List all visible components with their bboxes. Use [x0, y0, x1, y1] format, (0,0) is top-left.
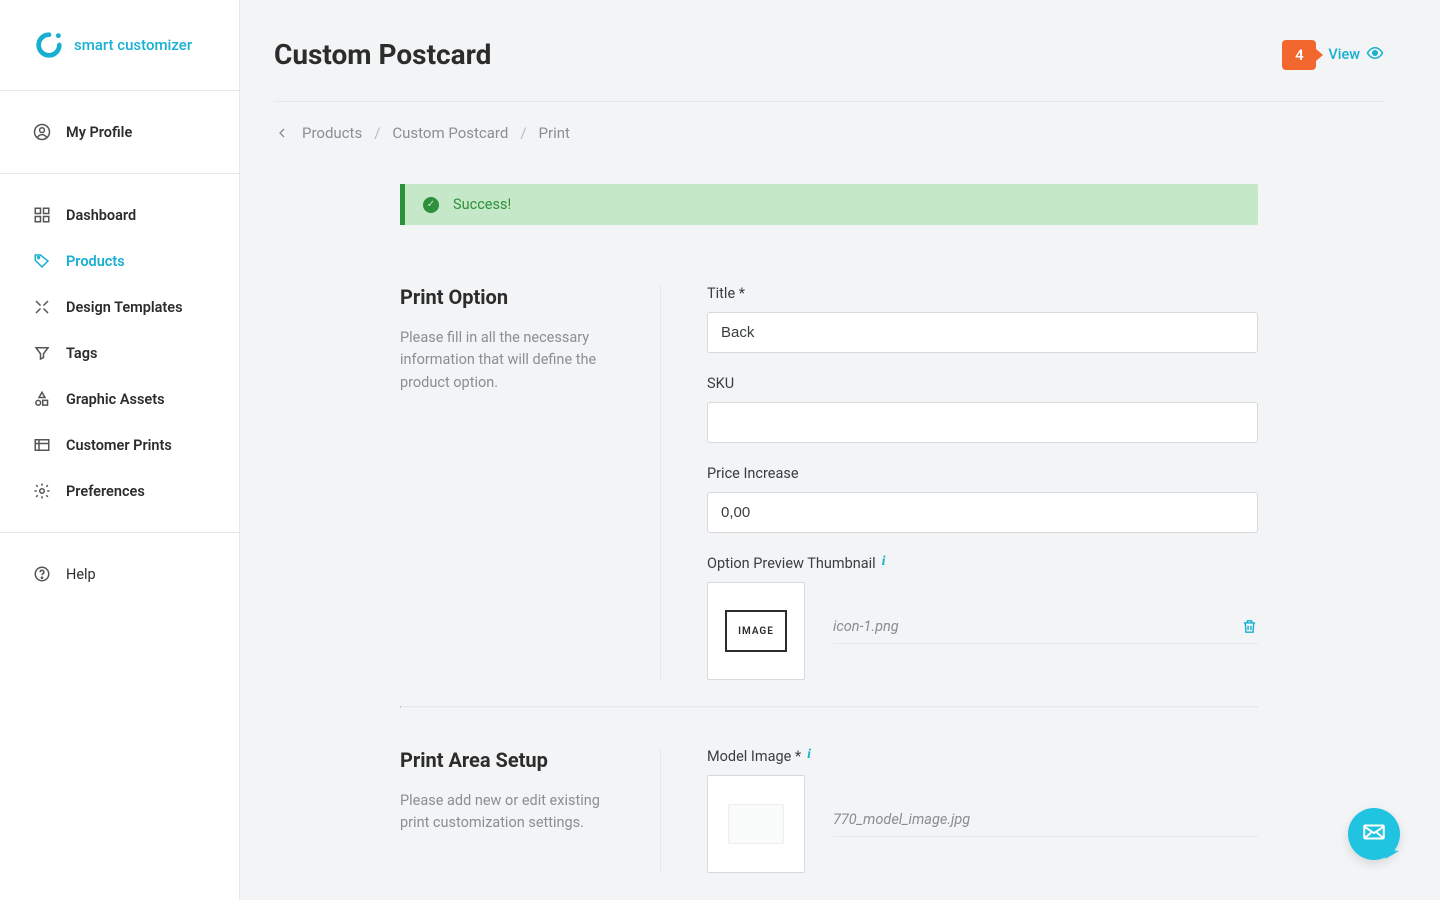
- image-placeholder-icon: [728, 804, 784, 844]
- section-heading: Print Area Setup: [400, 748, 612, 772]
- sidebar-item-label: Dashboard: [66, 207, 136, 224]
- sidebar-item-graphic-assets[interactable]: Graphic Assets: [0, 376, 239, 422]
- tools-icon: [32, 297, 52, 317]
- sidebar-item-preferences[interactable]: Preferences: [0, 468, 239, 514]
- model-image-preview[interactable]: [707, 775, 805, 873]
- sidebar-item-label: My Profile: [66, 124, 132, 141]
- thumbnail-filename: icon-1.png: [833, 618, 899, 635]
- view-group: 4 View: [1282, 40, 1384, 70]
- model-image-filename: 770_model_image.jpg: [833, 811, 970, 828]
- sidebar-item-customer-prints[interactable]: Customer Prints: [0, 422, 239, 468]
- brand-mark-icon: [34, 30, 64, 60]
- shapes-icon: [32, 389, 52, 409]
- info-icon[interactable]: i: [882, 554, 886, 570]
- dashboard-icon: [32, 205, 52, 225]
- label-thumb: Option Preview Thumbnail i: [707, 555, 1258, 572]
- sidebar-item-dashboard[interactable]: Dashboard: [0, 192, 239, 238]
- breadcrumb-item-product[interactable]: Custom Postcard: [392, 124, 508, 142]
- breadcrumb-back-icon[interactable]: [274, 125, 290, 141]
- view-label: View: [1328, 46, 1360, 63]
- main: Custom Postcard 4 View Products /: [240, 0, 1440, 900]
- breadcrumb-separator: /: [520, 124, 526, 142]
- sku-input[interactable]: [707, 402, 1258, 443]
- breadcrumb-item-products[interactable]: Products: [302, 124, 362, 142]
- view-button[interactable]: View: [1328, 44, 1384, 66]
- gear-icon: [32, 481, 52, 501]
- alert-text: Success!: [453, 196, 511, 213]
- divider: [274, 101, 1384, 102]
- form-block-print-option: Print Option Please fill in all the nece…: [400, 285, 1258, 706]
- section-heading: Print Option: [400, 285, 612, 309]
- divider: [400, 706, 1258, 708]
- thumbnail-preview[interactable]: IMAGE: [707, 582, 805, 680]
- label-sku: SKU: [707, 375, 1258, 392]
- section-desc: Please add new or edit existing print cu…: [400, 790, 612, 835]
- user-icon: [32, 122, 52, 142]
- sidebar-item-label: Design Templates: [66, 299, 183, 316]
- prints-icon: [32, 435, 52, 455]
- label-title: Title *: [707, 285, 1258, 302]
- sidebar-item-products[interactable]: Products: [0, 238, 239, 284]
- topbar: Custom Postcard 4 View: [274, 38, 1384, 71]
- sidebar-item-label: Customer Prints: [66, 437, 172, 454]
- mail-icon: [1361, 819, 1387, 849]
- delete-thumbnail-button[interactable]: [1241, 618, 1258, 635]
- breadcrumb: Products / Custom Postcard / Print: [274, 124, 1384, 142]
- form-block-print-area: Print Area Setup Please add new or edit …: [400, 748, 1258, 899]
- brand-name: smart customizer: [74, 36, 192, 54]
- sidebar-item-help[interactable]: Help: [0, 551, 239, 597]
- price-input[interactable]: [707, 492, 1258, 533]
- sidebar-item-profile[interactable]: My Profile: [0, 109, 239, 155]
- sidebar-item-label: Graphic Assets: [66, 391, 165, 408]
- title-input[interactable]: [707, 312, 1258, 353]
- eye-icon: [1366, 44, 1384, 66]
- breadcrumb-item-current: Print: [539, 124, 570, 142]
- help-icon: [32, 564, 52, 584]
- sidebar-item-label: Tags: [66, 345, 97, 362]
- sidebar-item-label: Help: [66, 566, 96, 583]
- sidebar-item-label: Products: [66, 253, 125, 270]
- sidebar-item-label: Preferences: [66, 483, 145, 500]
- filter-icon: [32, 343, 52, 363]
- info-icon[interactable]: i: [807, 747, 811, 763]
- brand-logo[interactable]: smart customizer: [0, 0, 239, 91]
- page-title: Custom Postcard: [274, 38, 491, 71]
- check-icon: ✓: [423, 197, 439, 213]
- sidebar-item-tags[interactable]: Tags: [0, 330, 239, 376]
- chat-fab[interactable]: [1348, 808, 1400, 860]
- content: ✓ Success! Print Option Please fill in a…: [400, 184, 1258, 899]
- label-model-image: Model Image * i: [707, 748, 1258, 765]
- sidebar: smart customizer My Profile Dashboa: [0, 0, 240, 900]
- sidebar-item-design-templates[interactable]: Design Templates: [0, 284, 239, 330]
- label-price: Price Increase: [707, 465, 1258, 482]
- alert-success: ✓ Success!: [400, 184, 1258, 225]
- image-placeholder-icon: IMAGE: [725, 610, 787, 652]
- breadcrumb-separator: /: [374, 124, 380, 142]
- step-badge: 4: [1282, 40, 1316, 70]
- tag-icon: [32, 251, 52, 271]
- section-desc: Please fill in all the necessary informa…: [400, 327, 612, 394]
